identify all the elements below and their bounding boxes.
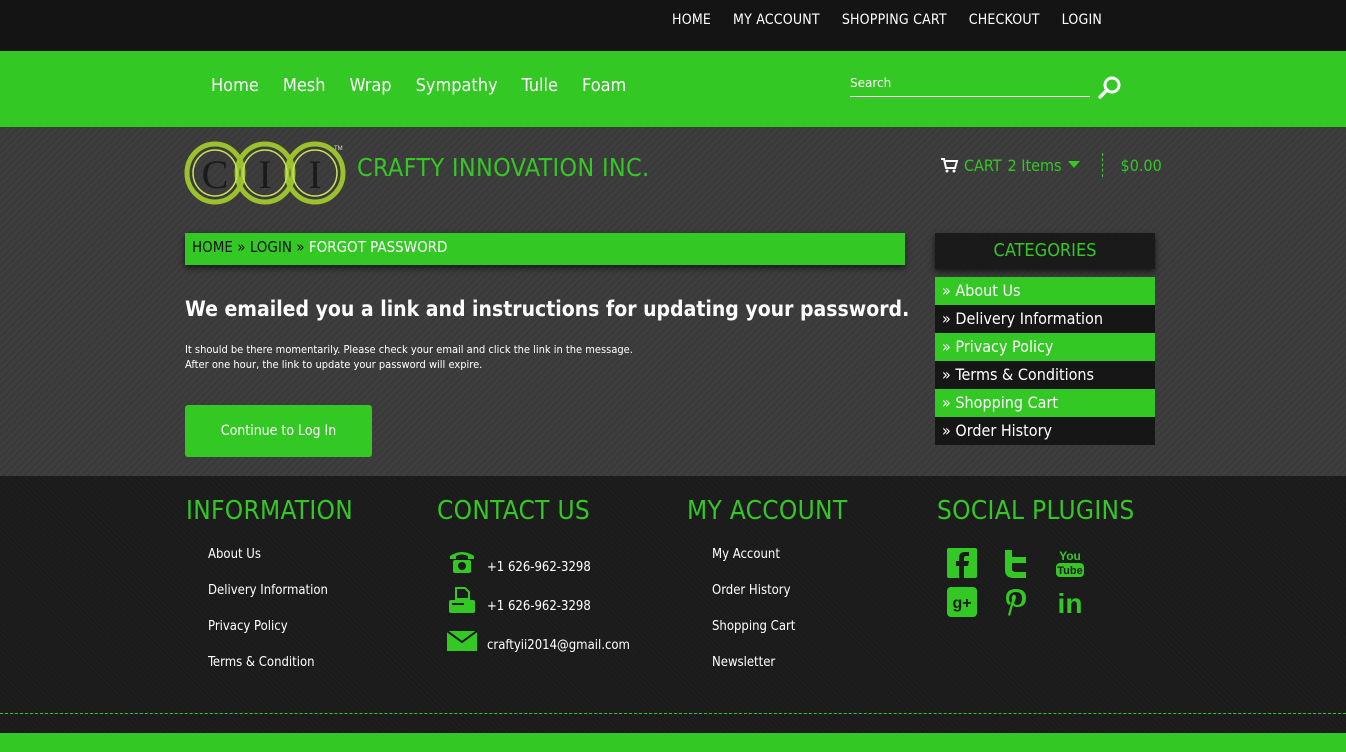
linkedin-icon-text: in xyxy=(1058,588,1083,617)
breadcrumb-home[interactable]: HOME xyxy=(192,238,233,256)
footer-social-title: SOCIAL PLUGINS xyxy=(937,496,1135,526)
contact-phone: +1 626-962-3298 xyxy=(487,560,591,575)
message-line: It should be there momentarily. Please c… xyxy=(185,343,633,356)
category-order-history[interactable]: » Order History xyxy=(935,417,1155,445)
facebook-icon[interactable] xyxy=(947,548,977,578)
breadcrumb-separator: » xyxy=(296,238,305,256)
top-link-home[interactable]: HOME xyxy=(672,12,711,28)
categories-list: » About Us » Delivery Information » Priv… xyxy=(935,277,1155,445)
continue-to-login-button[interactable]: Continue to Log In xyxy=(185,405,372,457)
cart-icon xyxy=(941,158,958,173)
nav-tulle[interactable]: Tulle xyxy=(522,75,558,96)
brand-name[interactable]: CRAFTY INNOVATION INC. xyxy=(357,153,650,182)
logo-letter-i1: I xyxy=(258,152,271,197)
google-plus-icon-text: g+ xyxy=(952,595,971,612)
search-icon xyxy=(1098,76,1121,99)
category-delivery-information[interactable]: » Delivery Information xyxy=(935,305,1155,333)
message-line: After one hour, the link to update your … xyxy=(185,358,483,371)
confirmation-message: It should be there momentarily. Please c… xyxy=(185,342,633,372)
footer-link-newsletter[interactable]: Newsletter xyxy=(712,655,775,670)
contact-email[interactable]: craftyii2014@gmail.com xyxy=(487,638,630,653)
category-shopping-cart[interactable]: » Shopping Cart xyxy=(935,389,1155,417)
youtube-icon[interactable]: You Tube xyxy=(1055,548,1085,578)
top-link-login[interactable]: LOGIN xyxy=(1062,12,1102,28)
youtube-icon-text-tube: Tube xyxy=(1057,565,1082,577)
footer-contact-title: CONTACT US xyxy=(437,496,591,526)
breadcrumb-current: FORGOT PASSWORD xyxy=(308,238,448,256)
footer-link-privacy-policy[interactable]: Privacy Policy xyxy=(208,619,288,634)
page-title: We emailed you a link and instructions f… xyxy=(185,297,910,321)
linkedin-icon[interactable]: in xyxy=(1055,587,1085,617)
footer-link-shopping-cart[interactable]: Shopping Cart xyxy=(712,619,795,634)
nav-foam[interactable]: Foam xyxy=(582,75,626,96)
cart-divider xyxy=(1101,153,1103,177)
footer-link-terms-condition[interactable]: Terms & Condition xyxy=(208,655,315,670)
footer-link-my-account[interactable]: My Account xyxy=(712,547,780,562)
nav-home[interactable]: Home xyxy=(211,75,259,96)
nav-wrap[interactable]: Wrap xyxy=(350,75,392,96)
categories-title: CATEGORIES xyxy=(935,233,1155,269)
footer: INFORMATION About Us Delivery Informatio… xyxy=(0,476,1346,752)
contact-fax: +1 626-962-3298 xyxy=(487,599,591,614)
footer-information: INFORMATION xyxy=(186,496,353,526)
category-privacy-policy[interactable]: » Privacy Policy xyxy=(935,333,1155,361)
logo-tm: TM xyxy=(334,146,343,152)
top-link-my-account[interactable]: MY ACCOUNT xyxy=(733,12,820,28)
footer-divider xyxy=(0,713,1346,714)
main-nav-bar: Home Mesh Wrap Sympathy Tulle Foam xyxy=(0,51,1346,127)
chevron-down-icon xyxy=(1067,161,1080,168)
footer-information-title: INFORMATION xyxy=(186,496,354,526)
breadcrumb-login[interactable]: LOGIN xyxy=(250,238,292,256)
bottom-bar xyxy=(0,733,1346,752)
cart-total: $0.00 xyxy=(1120,155,1162,175)
search-field xyxy=(850,71,1090,97)
cart-summary[interactable]: CART 2 Items $0.00 xyxy=(940,153,1162,177)
footer-my-account: MY ACCOUNT xyxy=(687,496,847,526)
footer-contact: CONTACT US xyxy=(437,496,590,526)
nav-mesh[interactable]: Mesh xyxy=(283,75,326,96)
nav-sympathy[interactable]: Sympathy xyxy=(416,75,498,96)
top-links: HOME MY ACCOUNT SHOPPING CART CHECKOUT L… xyxy=(672,12,1102,28)
breadcrumb: HOME » LOGIN » FORGOT PASSWORD xyxy=(185,233,905,265)
main-content: C I I TM CRAFTY INNOVATION INC. CART 2 I… xyxy=(0,127,1346,476)
search-input[interactable] xyxy=(850,71,1090,95)
google-plus-icon[interactable]: g+ xyxy=(947,587,977,617)
footer-link-delivery-information[interactable]: Delivery Information xyxy=(208,583,328,598)
breadcrumb-separator: » xyxy=(237,238,246,256)
footer-link-order-history[interactable]: Order History xyxy=(712,583,791,598)
top-bar: HOME MY ACCOUNT SHOPPING CART CHECKOUT L… xyxy=(0,0,1346,51)
category-terms-conditions[interactable]: » Terms & Conditions xyxy=(935,361,1155,389)
footer-social: SOCIAL PLUGINS xyxy=(937,496,1134,526)
logo-letter-c: C xyxy=(202,152,229,197)
pinterest-icon[interactable] xyxy=(1004,587,1028,617)
top-link-checkout[interactable]: CHECKOUT xyxy=(969,12,1040,28)
phone-icon xyxy=(450,552,474,573)
email-icon xyxy=(447,631,477,651)
twitter-icon[interactable] xyxy=(1002,548,1030,578)
fax-icon xyxy=(449,587,475,613)
footer-my-account-title: MY ACCOUNT xyxy=(687,496,848,526)
category-about-us[interactable]: » About Us xyxy=(935,277,1155,305)
logo[interactable]: C I I TM xyxy=(184,140,348,206)
top-link-shopping-cart[interactable]: SHOPPING CART xyxy=(842,12,947,28)
logo-letter-i2: I xyxy=(308,152,321,197)
main-nav: Home Mesh Wrap Sympathy Tulle Foam xyxy=(211,75,626,96)
footer-link-about-us[interactable]: About Us xyxy=(208,547,261,562)
cart-label: CART xyxy=(964,155,1002,175)
youtube-icon-text-you: You xyxy=(1059,549,1081,563)
search-button[interactable] xyxy=(1097,75,1123,101)
cart-items-count: 2 Items xyxy=(1007,155,1062,175)
